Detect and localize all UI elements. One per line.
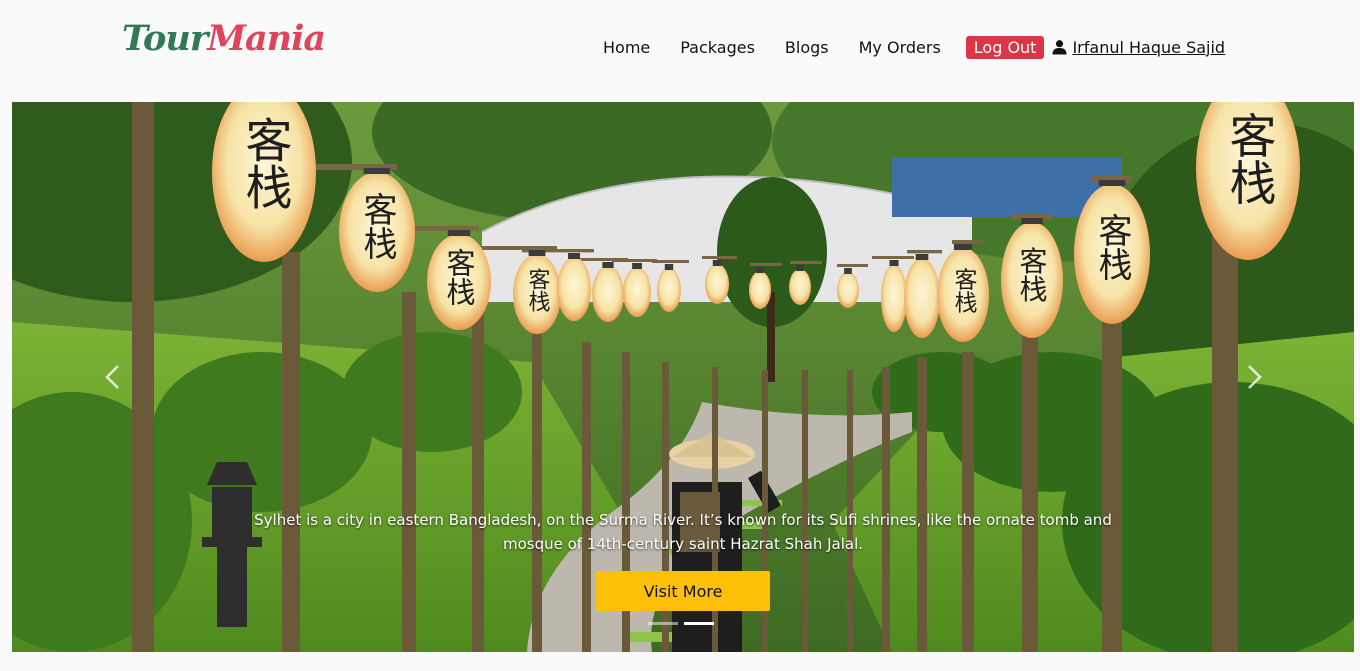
lantern-text: 客栈 bbox=[442, 248, 476, 306]
bamboo-pole bbox=[1212, 232, 1238, 652]
bamboo-crossbar bbox=[837, 264, 868, 267]
lantern-text: 客栈 bbox=[1016, 246, 1049, 302]
hero-carousel: 客栈 客栈 客栈 客栈 客栈 客栈 客栈 客栈 Sylhet is a city in eas… bbox=[12, 102, 1354, 652]
bamboo-pole bbox=[282, 252, 300, 652]
bamboo-crossbar bbox=[790, 261, 822, 264]
carousel-indicators bbox=[648, 622, 714, 625]
bamboo-pole bbox=[962, 352, 974, 652]
bamboo-pole bbox=[1102, 282, 1122, 652]
bamboo-crossbar bbox=[652, 260, 689, 263]
visit-more-button[interactable]: Visit More bbox=[596, 571, 770, 611]
bamboo-crossbar bbox=[952, 240, 983, 244]
logout-button[interactable]: Log Out bbox=[965, 35, 1045, 59]
lantern-text: 客栈 bbox=[950, 267, 978, 313]
bamboo-pole bbox=[402, 292, 416, 652]
nav-home-link[interactable]: Home bbox=[603, 38, 650, 57]
bamboo-pole bbox=[472, 312, 484, 652]
carousel-next-button[interactable] bbox=[1239, 362, 1269, 392]
user-icon bbox=[1052, 40, 1067, 55]
carousel-indicator-1[interactable] bbox=[648, 622, 678, 625]
user-profile-link[interactable]: Irfanul Haque Sajid bbox=[1052, 38, 1225, 57]
bamboo-crossbar bbox=[907, 250, 942, 254]
bamboo-pole bbox=[582, 342, 591, 652]
bamboo-crossbar bbox=[702, 256, 737, 259]
nav-packages-link[interactable]: Packages bbox=[680, 38, 755, 57]
navbar: Tour Mania Home Packages Blogs My Orders … bbox=[0, 0, 1360, 100]
carousel-caption: Sylhet is a city in eastern Bangladesh, … bbox=[254, 511, 1112, 553]
lantern-text: 客栈 bbox=[1092, 213, 1132, 281]
bamboo-pole bbox=[1022, 312, 1038, 652]
bamboo-crossbar bbox=[872, 256, 914, 259]
carousel-prev-button[interactable] bbox=[98, 362, 128, 392]
brand-logo-tour: Tour bbox=[122, 18, 208, 59]
brand-logo[interactable]: Tour Mania bbox=[122, 18, 326, 68]
carousel-slide-image: 客栈客栈客栈 客栈 客栈 客栈 客栈客栈 bbox=[12, 102, 1354, 652]
chevron-left-icon bbox=[105, 365, 119, 389]
nav-my-orders-link[interactable]: My Orders bbox=[859, 38, 941, 57]
nav-blogs-link[interactable]: Blogs bbox=[785, 38, 829, 57]
lantern-text: 客栈 bbox=[357, 192, 397, 260]
user-name: Irfanul Haque Sajid bbox=[1072, 37, 1226, 57]
carousel-indicator-2[interactable] bbox=[684, 622, 714, 625]
lantern-text: 客栈 bbox=[237, 116, 292, 210]
bamboo-pole bbox=[532, 332, 542, 652]
nav-menu: Home Packages Blogs My Orders Log Out Ir… bbox=[603, 34, 1225, 60]
brand-logo-mania: Mania bbox=[207, 18, 326, 59]
bamboo-pole bbox=[132, 102, 154, 652]
lantern-text: 客栈 bbox=[1221, 112, 1276, 206]
lantern-text: 客栈 bbox=[525, 268, 551, 312]
bamboo-crossbar bbox=[612, 259, 657, 262]
chevron-right-icon bbox=[1248, 365, 1262, 389]
bamboo-crossbar bbox=[750, 263, 782, 266]
bamboo-pole bbox=[917, 357, 927, 652]
